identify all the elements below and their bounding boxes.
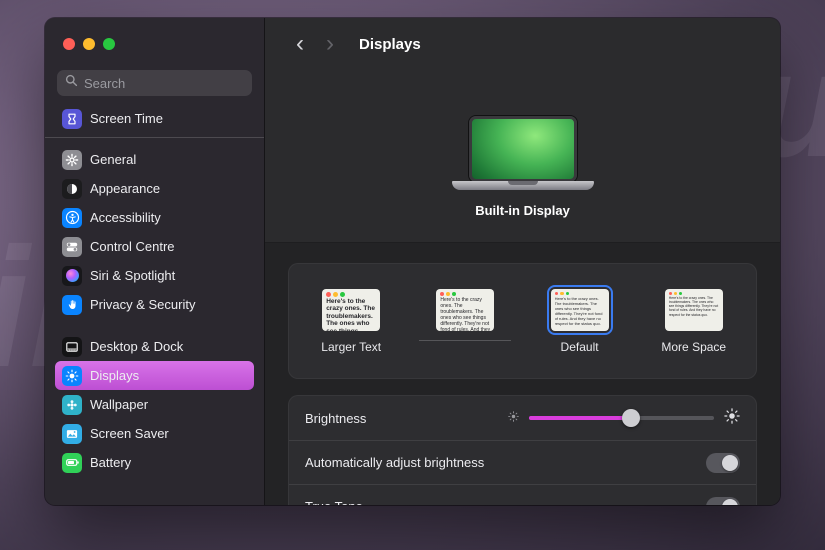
sidebar-item-label: Privacy & Security — [90, 297, 195, 312]
search-field[interactable] — [57, 70, 252, 96]
sidebar-item-label: Desktop & Dock — [90, 339, 183, 354]
macbook-screen-image — [469, 116, 577, 182]
back-button[interactable]: ‹ — [287, 32, 313, 56]
close-window-button[interactable] — [63, 38, 75, 50]
thumbnail-traffic-dots — [669, 292, 719, 295]
sidebar-item-label: Wallpaper — [90, 397, 148, 412]
sidebar-item-general[interactable]: General — [55, 145, 254, 174]
resolution-option-label — [419, 340, 511, 354]
brightness-slider[interactable] — [529, 409, 714, 427]
auto-brightness-label: Automatically adjust brightness — [305, 455, 484, 470]
sidebar-item-displays[interactable]: Displays — [55, 361, 254, 390]
thumbnail-preview-text: Here's to the crazy ones. The troublemak… — [669, 296, 719, 317]
screen-saver-icon — [62, 424, 82, 444]
sidebar-item-label: General — [90, 152, 136, 167]
desktop-dock-icon — [62, 337, 82, 357]
resolution-option-larger-text[interactable]: Here's to the crazy ones. The troublemak… — [299, 289, 403, 354]
forward-button[interactable]: › — [317, 32, 343, 56]
brightness-high-sun-icon — [724, 408, 740, 429]
resolution-thumbnail[interactable]: Here's to the crazy ones. The troublemak… — [665, 289, 723, 331]
sidebar-nav: Screen Time General Appearance — [45, 104, 264, 477]
true-tone-label: True Tone — [305, 499, 363, 505]
resolution-picker: Here's to the crazy ones. The troublemak… — [288, 263, 757, 379]
macbook-base-image — [452, 181, 594, 190]
control-centre-icon — [62, 237, 82, 257]
system-settings-window: Screen Time General Appearance — [45, 18, 780, 505]
sidebar-item-label: Screen Time — [90, 111, 163, 126]
auto-brightness-toggle[interactable] — [706, 453, 740, 473]
thumbnail-traffic-dots — [326, 292, 376, 297]
sidebar-divider — [45, 137, 264, 138]
brightness-low-sun-icon — [508, 409, 519, 427]
thumbnail-traffic-dots — [440, 292, 490, 296]
minimize-window-button[interactable] — [83, 38, 95, 50]
resolution-thumbnail-selected[interactable]: Here's to the crazy ones. The troublemak… — [551, 289, 609, 331]
sidebar-item-screen-saver[interactable]: Screen Saver — [55, 419, 254, 448]
true-tone-row: True Tone — [289, 484, 756, 505]
desktop-background: in ou — [0, 0, 825, 550]
auto-brightness-row: Automatically adjust brightness — [289, 440, 756, 484]
page-title: Displays — [359, 36, 421, 53]
resolution-option-label: Default — [561, 340, 599, 354]
builtin-display-hero: Built-in Display — [265, 70, 780, 242]
brightness-label: Brightness — [305, 411, 366, 426]
display-name-label: Built-in Display — [475, 203, 570, 218]
resolution-option-label: Larger Text — [321, 340, 381, 354]
resolution-option-more-space[interactable]: Here's to the crazy ones. The troublemak… — [642, 289, 746, 354]
sidebar-item-label: Displays — [90, 368, 139, 383]
sidebar-item-appearance[interactable]: Appearance — [55, 174, 254, 203]
sidebar-item-screen-time[interactable]: Screen Time — [55, 104, 254, 133]
brightness-row: Brightness — [289, 396, 756, 440]
battery-icon — [62, 453, 82, 473]
slider-knob[interactable] — [622, 409, 640, 427]
sidebar-item-battery[interactable]: Battery — [55, 448, 254, 477]
sidebar: Screen Time General Appearance — [45, 18, 265, 505]
slider-fill — [529, 416, 631, 420]
thumbnail-preview-text: Here's to the crazy ones. The troublemak… — [326, 298, 376, 331]
sidebar-item-label: Accessibility — [90, 210, 161, 225]
sidebar-item-desktop-dock[interactable]: Desktop & Dock — [55, 332, 254, 361]
thumbnail-preview-text: Here's to the crazy ones. The troublemak… — [440, 297, 490, 331]
thumbnail-traffic-dots — [555, 292, 605, 296]
sidebar-item-wallpaper[interactable]: Wallpaper — [55, 390, 254, 419]
resolution-option-default[interactable]: Here's to the crazy ones. The troublemak… — [528, 289, 632, 354]
sidebar-item-accessibility[interactable]: Accessibility — [55, 203, 254, 232]
true-tone-toggle[interactable] — [706, 497, 740, 506]
accessibility-icon — [62, 208, 82, 228]
settings-scroll-area[interactable]: Here's to the crazy ones. The troublemak… — [265, 243, 780, 505]
sidebar-item-label: Siri & Spotlight — [90, 268, 175, 283]
thumbnail-preview-text: Here's to the crazy ones. The troublemak… — [555, 296, 605, 326]
resolution-thumbnail[interactable]: Here's to the crazy ones. The troublemak… — [322, 289, 380, 331]
sidebar-group-gap — [55, 319, 254, 332]
content-header: ‹ › Displays — [265, 18, 780, 70]
sidebar-item-label: Screen Saver — [90, 426, 169, 441]
main-content: ‹ › Displays Built-in Display — [265, 18, 780, 505]
resolution-option-label: More Space — [661, 340, 726, 354]
sidebar-item-label: Appearance — [90, 181, 160, 196]
resolution-option-intermediate[interactable]: Here's to the crazy ones. The troublemak… — [413, 289, 517, 354]
sidebar-item-siri-spotlight[interactable]: Siri & Spotlight — [55, 261, 254, 290]
sidebar-item-control-centre[interactable]: Control Centre — [55, 232, 254, 261]
sidebar-item-privacy-security[interactable]: Privacy & Security — [55, 290, 254, 319]
brightness-settings-panel: Brightness — [288, 395, 757, 505]
gear-icon — [62, 150, 82, 170]
search-icon — [65, 74, 78, 92]
sidebar-item-label: Control Centre — [90, 239, 175, 254]
wallpaper-icon — [62, 395, 82, 415]
search-input[interactable] — [84, 76, 244, 91]
resolution-thumbnail[interactable]: Here's to the crazy ones. The troublemak… — [436, 289, 494, 331]
sidebar-item-label: Battery — [90, 455, 131, 470]
hand-icon — [62, 295, 82, 315]
zoom-window-button[interactable] — [103, 38, 115, 50]
display-icon — [62, 366, 82, 386]
window-controls — [45, 18, 264, 50]
appearance-icon — [62, 179, 82, 199]
siri-icon — [62, 266, 82, 286]
screen-time-icon — [62, 109, 82, 129]
